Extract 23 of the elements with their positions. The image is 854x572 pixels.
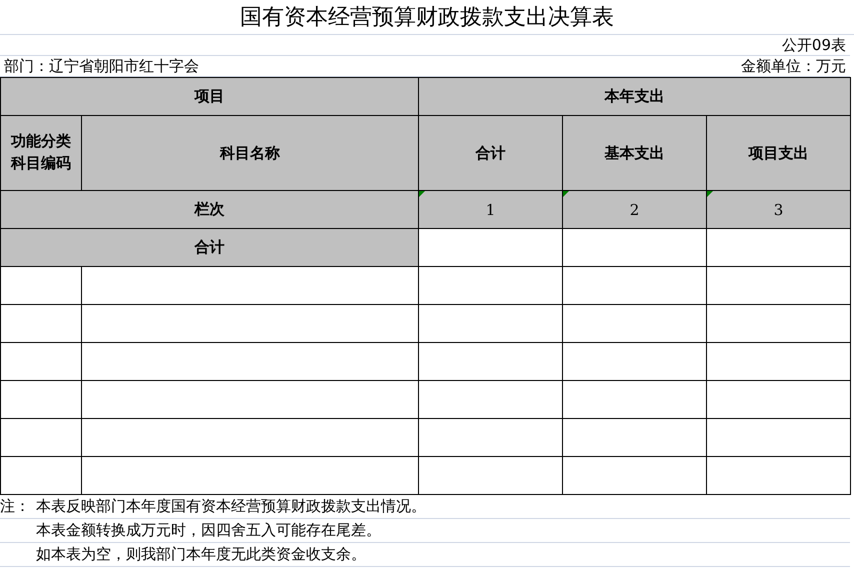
note-text: 如本表为空，则我部门本年度无此类资金收支余。 <box>36 545 366 564</box>
header-cell: 合计 <box>418 116 562 190</box>
column-number-cell: 2 <box>562 190 706 228</box>
header-cell: 基本支出 <box>562 116 706 190</box>
error-marker-icon <box>707 191 713 197</box>
note-prefix: 注： <box>0 497 30 515</box>
header-cell: 栏次 <box>0 190 418 228</box>
error-marker-icon <box>419 191 425 197</box>
form-code: 公开09表 <box>782 36 846 54</box>
note-text: 本表反映部门本年度国有资本经营预算财政拨款支出情况。 <box>36 497 426 516</box>
column-number-cell: 3 <box>706 190 851 228</box>
header-cell: 功能分类科目编码 <box>0 116 82 190</box>
header-cell: 项目支出 <box>706 116 851 190</box>
header-cell: 本年支出 <box>418 78 851 116</box>
note-text: 本表金额转换成万元时，因四舍五入可能存在尾差。 <box>36 521 381 540</box>
unit-label: 金额单位：万元 <box>741 56 846 76</box>
department-label: 部门：辽宁省朝阳市红十字会 <box>4 56 199 76</box>
header-cell: 科目名称 <box>82 116 418 190</box>
column-number-cell: 1 <box>418 190 562 228</box>
error-marker-icon <box>563 191 569 197</box>
header-cell: 合计 <box>0 228 418 266</box>
header-cell: 项目 <box>0 78 418 116</box>
sheet-title: 国有资本经营预算财政拨款支出决算表 <box>240 4 614 32</box>
